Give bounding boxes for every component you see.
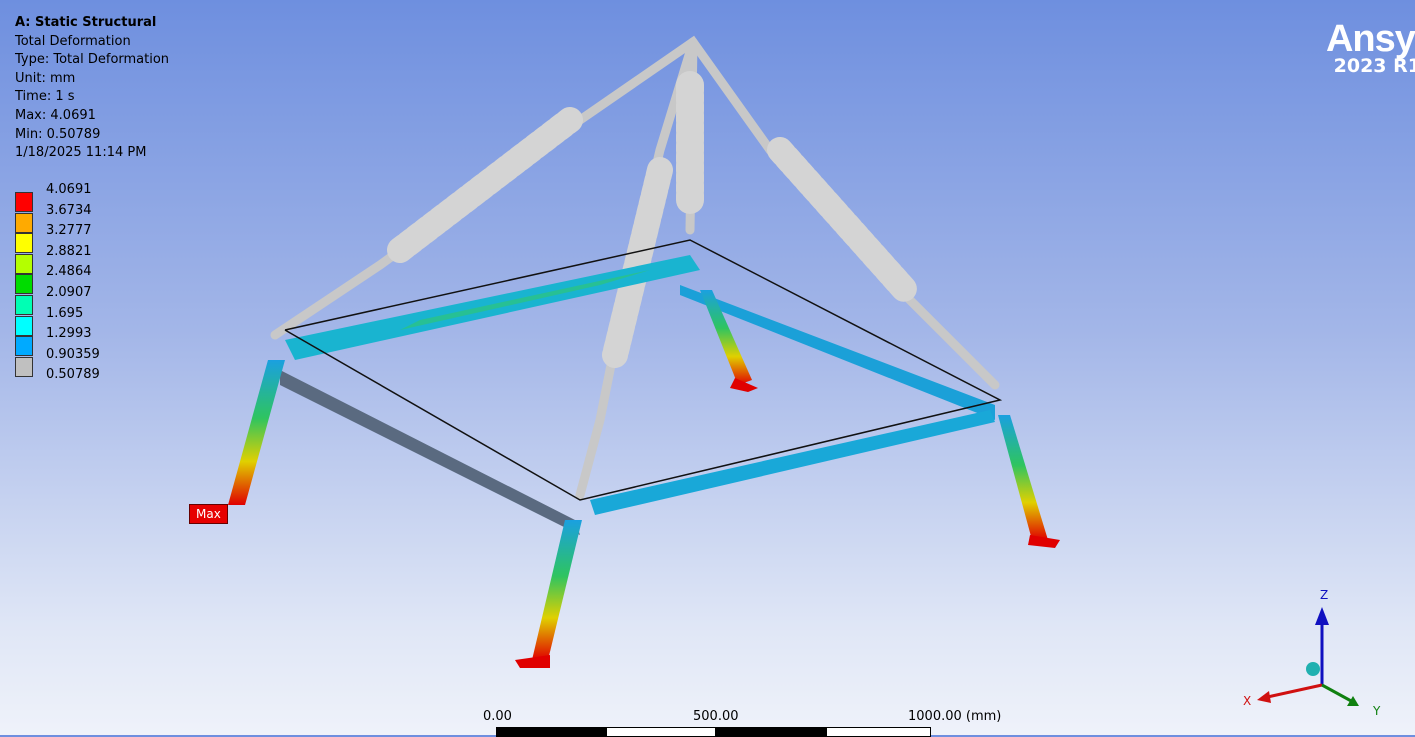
scale-label-1000: 1000.00 (mm) <box>908 709 1002 724</box>
scale-label-500: 500.00 <box>693 709 739 724</box>
max-probe-label[interactable]: Max <box>189 504 228 524</box>
x-axis-label: X <box>1243 694 1251 708</box>
axis-triad[interactable]: Z X Y <box>1235 585 1385 715</box>
y-axis-label: Y <box>1372 704 1381 715</box>
scale-bar: 0.00 500.00 1000.00 (mm) <box>483 709 1003 737</box>
model-viewport[interactable] <box>0 0 1415 735</box>
z-axis-label: Z <box>1320 588 1328 602</box>
scale-label-0: 0.00 <box>483 709 512 724</box>
